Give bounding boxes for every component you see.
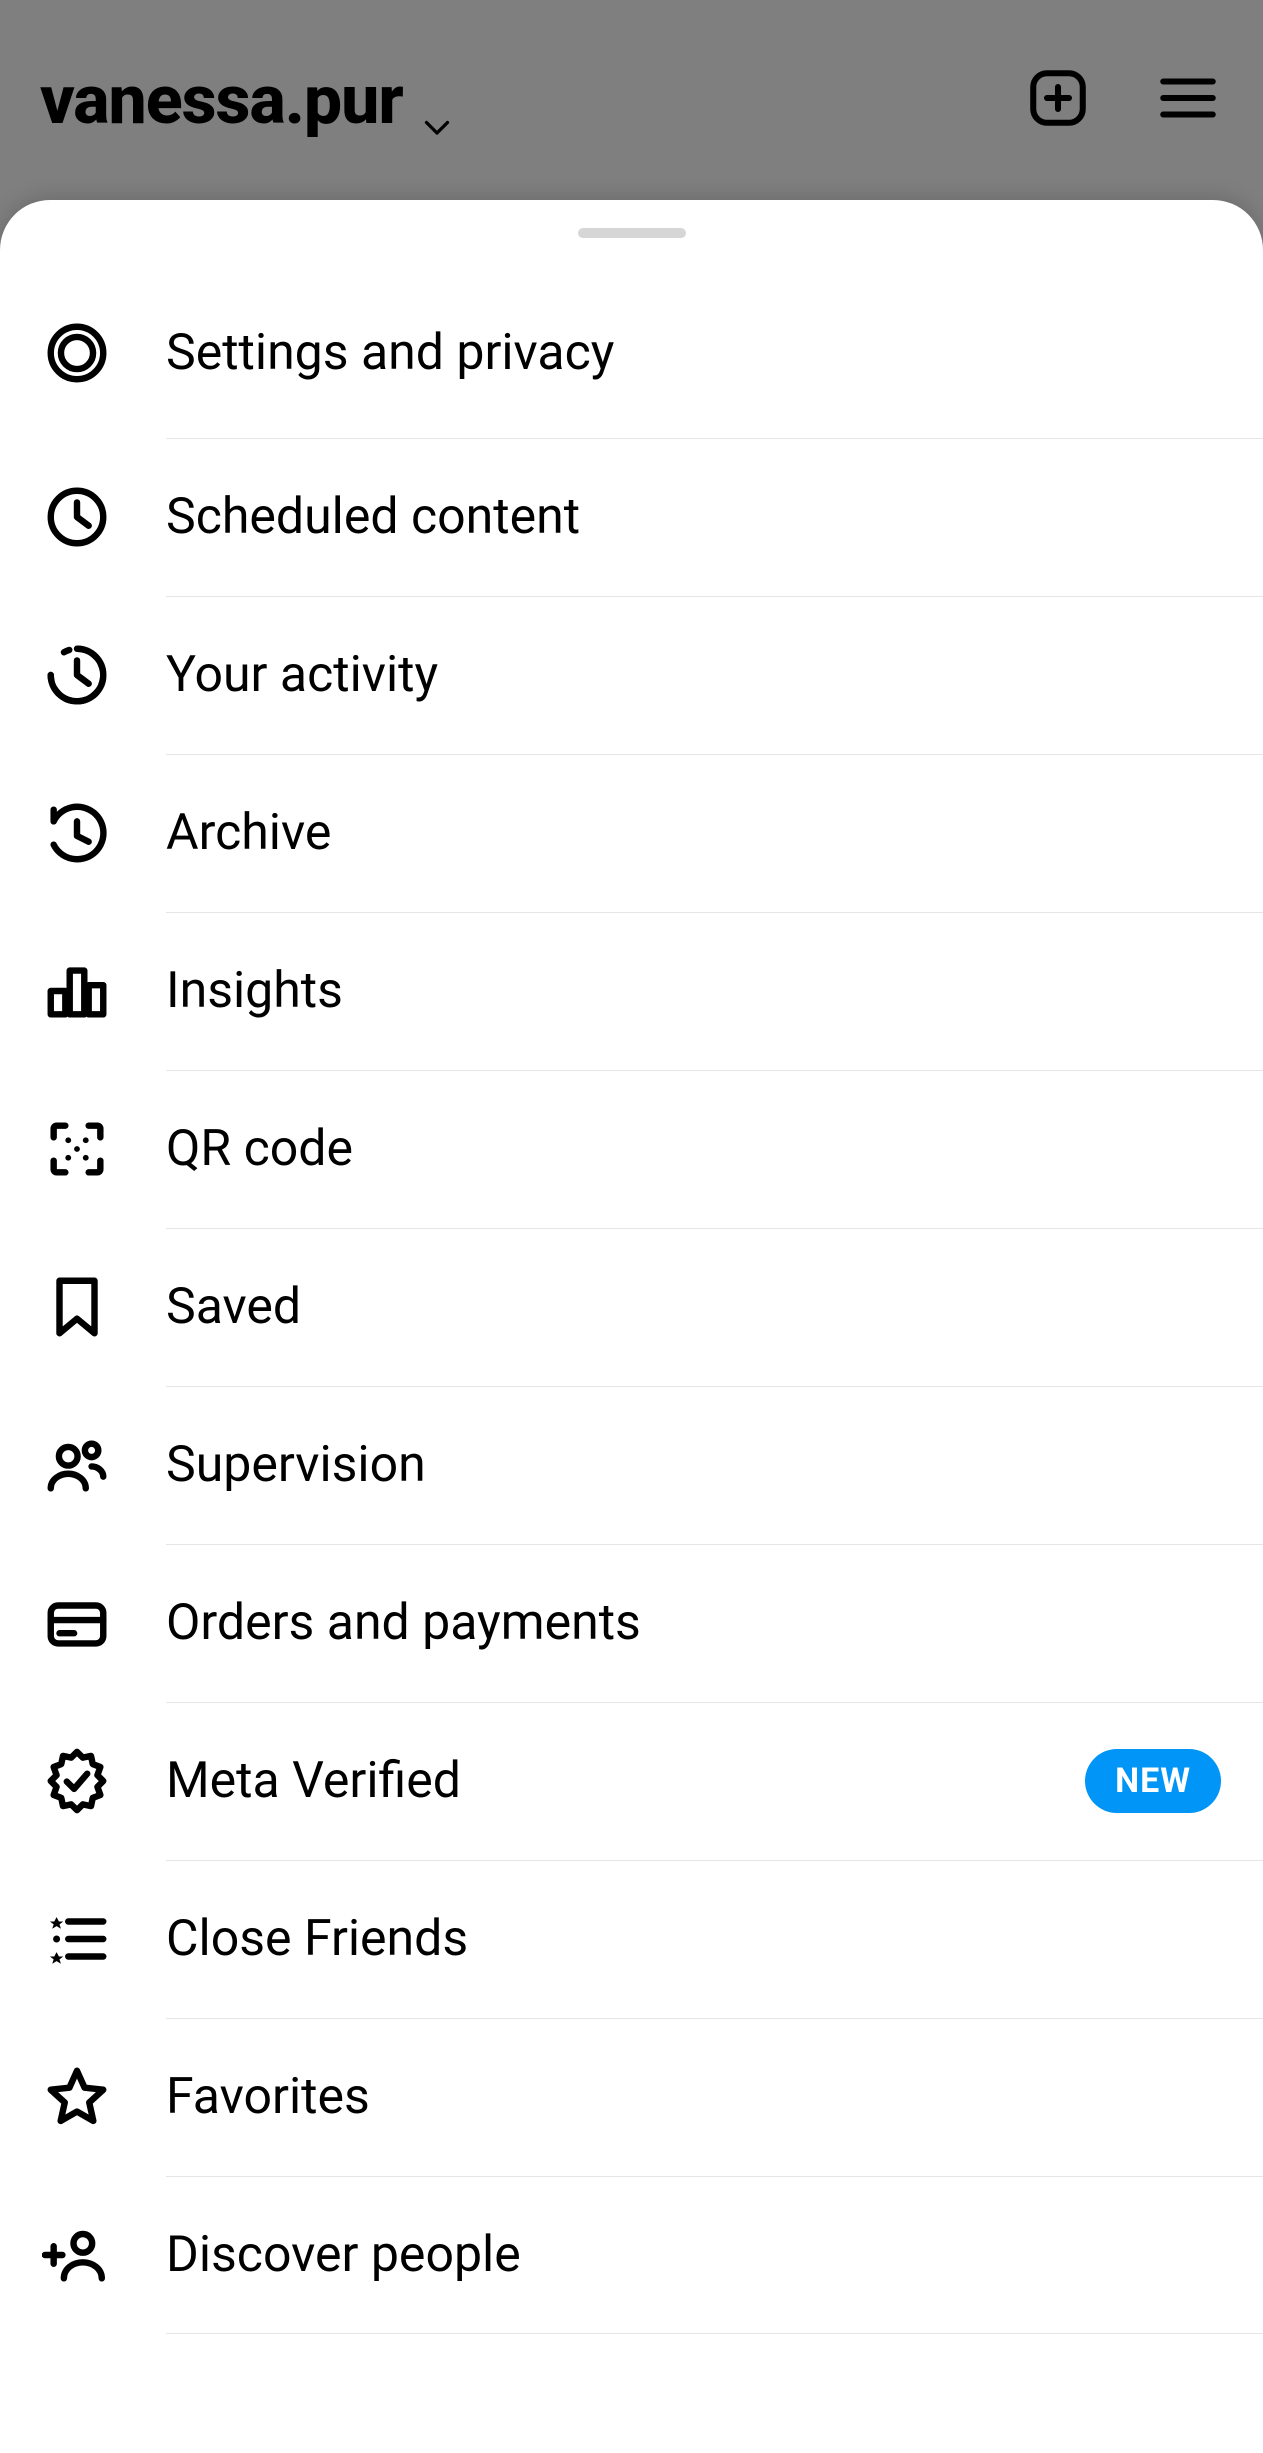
archive-icon bbox=[42, 798, 112, 868]
menu-item-label: Settings and privacy bbox=[166, 324, 614, 382]
discover-people-icon bbox=[42, 2220, 112, 2290]
qr-code-icon bbox=[42, 1114, 112, 1184]
menu-item-label: Archive bbox=[166, 804, 331, 862]
settings-gear-icon bbox=[42, 318, 112, 388]
credit-card-icon bbox=[42, 1588, 112, 1658]
menu-item-activity[interactable]: Your activity bbox=[0, 596, 1263, 754]
menu-item-qr[interactable]: QR code bbox=[0, 1070, 1263, 1228]
menu-item-label: Favorites bbox=[166, 2068, 370, 2126]
menu-item-label: Discover people bbox=[166, 2226, 521, 2284]
menu-item-label: Meta Verified bbox=[166, 1752, 461, 1810]
insights-icon bbox=[42, 956, 112, 1026]
activity-clock-icon bbox=[42, 640, 112, 710]
menu-item-label: Close Friends bbox=[166, 1910, 468, 1968]
menu-item-label: Scheduled content bbox=[166, 488, 580, 546]
menu-item-close-friends[interactable]: Close Friends bbox=[0, 1860, 1263, 2018]
options-sheet: Settings and privacy Scheduled content Y… bbox=[0, 200, 1263, 2453]
menu-item-label: Your activity bbox=[166, 646, 438, 704]
clock-icon bbox=[42, 482, 112, 552]
menu-item-settings[interactable]: Settings and privacy bbox=[0, 268, 1263, 438]
sheet-grabber[interactable] bbox=[578, 228, 686, 238]
menu-item-payments[interactable]: Orders and payments bbox=[0, 1544, 1263, 1702]
supervision-icon bbox=[42, 1430, 112, 1500]
options-menu: Settings and privacy Scheduled content Y… bbox=[0, 268, 1263, 2334]
menu-item-label: Insights bbox=[166, 962, 343, 1020]
menu-item-label: QR code bbox=[166, 1120, 353, 1178]
menu-item-scheduled[interactable]: Scheduled content bbox=[0, 438, 1263, 596]
menu-item-archive[interactable]: Archive bbox=[0, 754, 1263, 912]
menu-item-saved[interactable]: Saved bbox=[0, 1228, 1263, 1386]
new-badge: NEW bbox=[1085, 1749, 1221, 1813]
menu-item-verified[interactable]: Meta Verified NEW bbox=[0, 1702, 1263, 1860]
menu-item-insights[interactable]: Insights bbox=[0, 912, 1263, 1070]
menu-item-label: Supervision bbox=[166, 1436, 426, 1494]
menu-item-label: Orders and payments bbox=[166, 1594, 641, 1652]
verified-badge-icon bbox=[42, 1746, 112, 1816]
menu-item-supervision[interactable]: Supervision bbox=[0, 1386, 1263, 1544]
bookmark-icon bbox=[42, 1272, 112, 1342]
menu-item-discover[interactable]: Discover people bbox=[0, 2176, 1263, 2334]
menu-item-label: Saved bbox=[166, 1278, 301, 1336]
menu-item-favorites[interactable]: Favorites bbox=[0, 2018, 1263, 2176]
close-friends-icon bbox=[42, 1904, 112, 1974]
star-icon bbox=[42, 2062, 112, 2132]
